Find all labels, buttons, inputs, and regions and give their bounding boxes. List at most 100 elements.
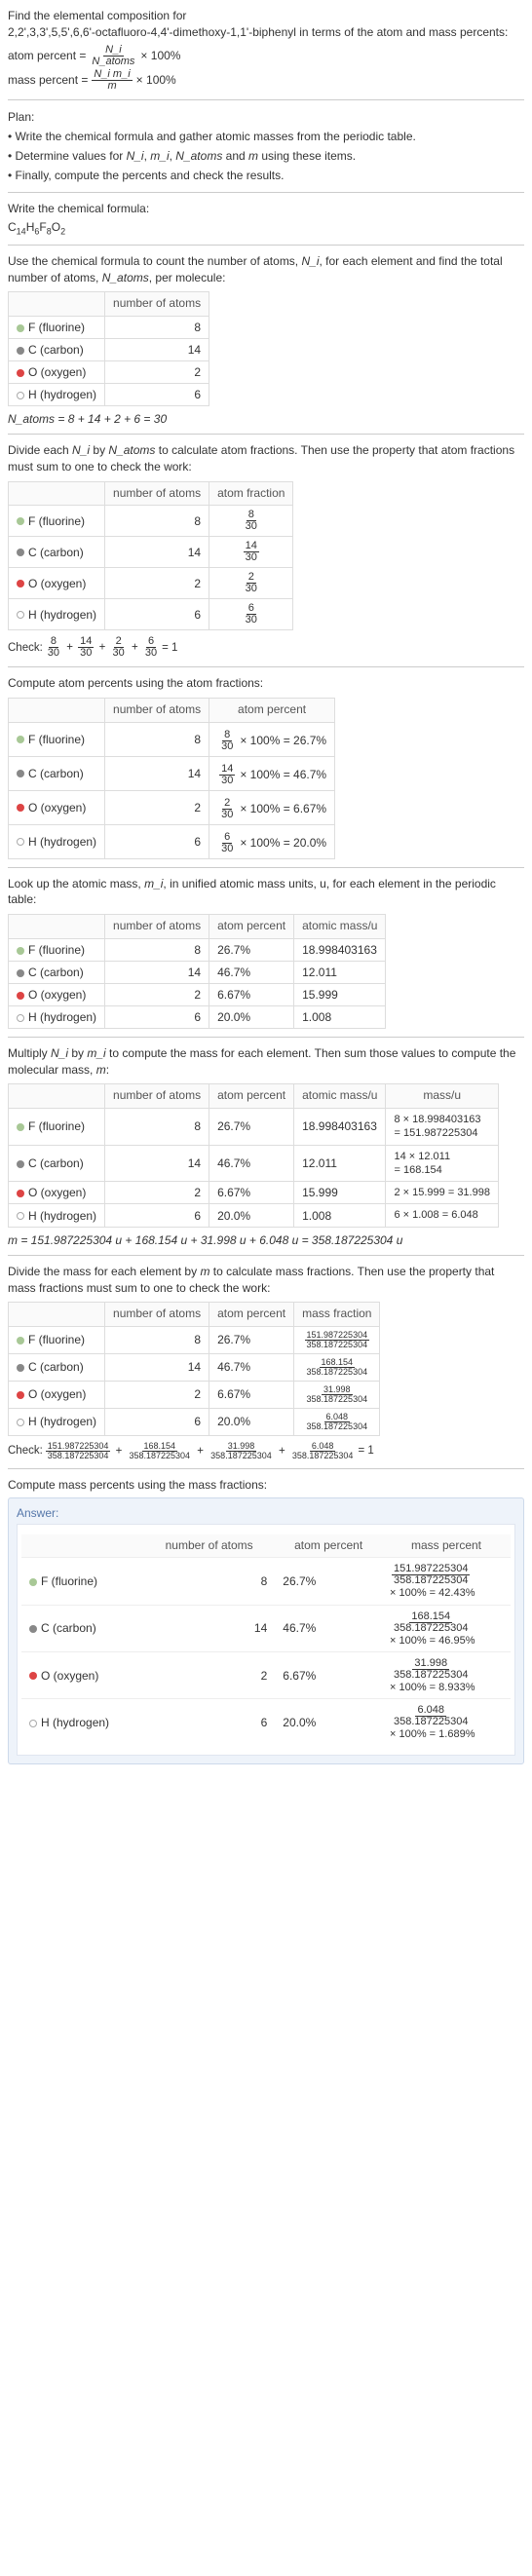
intro-line2: 2,2',3,3',5,5',6,6'-octafluoro-4,4'-dime… [8,25,508,39]
mass-calc-cell: 6 × 1.008 = 6.048 [386,1204,498,1227]
table-row: H (hydrogen) 6 [9,383,209,405]
mp-times: × 100% [136,73,176,87]
atom-percent-cell: 46.7% [275,1605,382,1651]
massfrac-section-text: Divide the mass for each element by m to… [8,1264,524,1297]
element-dot-icon [17,1212,24,1220]
mass-cell: 18.998403163 [294,938,386,961]
molmass-section-text: Multiply N_i by m_i to compute the mass … [8,1045,524,1079]
ct-na: N_atoms [102,271,149,284]
mass-percent-cell: 168.154358.187225304× 100% = 46.95% [382,1605,511,1651]
th-mm-mass: mass/u [386,1084,498,1109]
th-mf-pct: atom percent [209,1303,294,1327]
divider [8,867,524,868]
th-fn-apct: atom percent [275,1534,382,1558]
th-ap-pct: atom percent [209,698,335,722]
mf-m: m [200,1265,209,1278]
element-cell: H (hydrogen) [21,1699,143,1746]
element-dot-icon [29,1720,37,1727]
mass-percent-cell: 31.998358.187225304× 100% = 8.933% [382,1651,511,1698]
cf-c: C [8,220,17,234]
mass-cell: 15.999 [294,983,386,1005]
table-row: O (oxygen) 2 6.67% 31.998358.187225304 [9,1381,380,1408]
af-check-label: Check: [8,642,43,654]
element-cell: O (oxygen) [9,1182,105,1204]
massfrac-cell: 151.987225304358.187225304 [294,1326,380,1353]
element-dot-icon [29,1625,37,1633]
element-dot-icon [17,347,24,355]
element-cell: C (carbon) [9,1145,105,1182]
th-m-num: number of atoms [105,915,209,939]
count-cell: 6 [105,599,209,630]
plan-i2a: • Determine values for [8,149,127,163]
element-cell: O (oxygen) [9,1381,105,1408]
table-row: O (oxygen) 2 6.67% 15.999 [9,983,386,1005]
percent-cell: 20.0% [209,1005,294,1028]
amass-cell: 1.008 [294,1204,386,1227]
cf-on: 2 [60,227,65,237]
element-cell: O (oxygen) [9,983,105,1005]
atomfrac-check: Check: 830 + 1430 + 230 + 630 = 1 [8,636,524,659]
element-cell: H (hydrogen) [9,1005,105,1028]
mm-b: by [68,1046,87,1060]
th-fn-mpct: mass percent [382,1534,511,1558]
percent-cell: 630 × 100% = 20.0% [209,824,335,858]
element-cell: O (oxygen) [21,1651,143,1698]
plan-title: Plan: [8,108,524,126]
count-cell: 8 [105,1108,209,1145]
element-cell: H (hydrogen) [9,1204,105,1227]
atompct-section-text: Compute atom percents using the atom fra… [8,675,524,692]
plan-natoms: N_atoms [175,149,222,163]
table-row: H (hydrogen) 6 630 [9,599,293,630]
ap-label: atom percent = [8,49,86,62]
mass-percent-cell: 151.987225304358.187225304× 100% = 42.43… [382,1558,511,1605]
element-dot-icon [29,1672,37,1680]
amass-cell: 12.011 [294,1145,386,1182]
count-cell: 6 [143,1699,275,1746]
element-dot-icon [17,549,24,556]
count-cell: 14 [105,756,209,790]
massfrac-cell: 6.048358.187225304 [294,1408,380,1435]
th-mm-num: number of atoms [105,1084,209,1109]
table-row: F (fluorine) 8 830 [9,506,293,537]
atom-percent-cell: 20.0% [275,1699,382,1746]
intro-line1: Find the elemental composition for [8,9,186,22]
count-cell: 2 [143,1651,275,1698]
mm-total-eq: m = 151.987225304 u + 168.154 u + 31.998… [8,1233,402,1247]
fraction-cell: 830 [209,506,293,537]
element-dot-icon [17,324,24,332]
mm-mi: m_i [87,1046,105,1060]
mp-den: m [107,80,116,92]
cf-o: O [52,220,60,234]
atomfrac-section-text: Divide each N_i by N_atoms to calculate … [8,442,524,475]
table-row: C (carbon) 14 46.7% 168.154358.187225304… [21,1605,511,1651]
atom-percent-formula: atom percent = N_iN_atoms × 100% [8,45,524,67]
table-row: C (carbon) 14 1430 [9,537,293,568]
plan-i2c: using these items. [258,149,356,163]
mass-percent-cell: 6.048358.187225304× 100% = 1.689% [382,1699,511,1746]
divider [8,99,524,100]
ct-c: , per molecule: [149,271,226,284]
table-row: F (fluorine) 8 [9,316,209,338]
mp-label: mass percent = [8,73,88,87]
element-cell: O (oxygen) [9,360,105,383]
element-dot-icon [17,369,24,377]
percent-cell: 830 × 100% = 26.7% [209,722,335,756]
count-cell: 8 [105,1326,209,1353]
table-row: H (hydrogen) 6 20.0% 1.008 6 × 1.008 = 6… [9,1204,499,1227]
mass-calc-cell: 2 × 15.999 = 31.998 [386,1182,498,1204]
count-cell: 6 [105,824,209,858]
mf-a: Divide the mass for each element by [8,1265,200,1278]
table-row: H (hydrogen) 6 20.0% 6.048358.187225304 [9,1408,380,1435]
element-cell: C (carbon) [21,1605,143,1651]
element-dot-icon [17,1123,24,1131]
element-dot-icon [17,1364,24,1372]
mp-num: N_i m_i [94,68,130,80]
mass-fraction-table: number of atomsatom percentmass fraction… [8,1302,380,1436]
element-dot-icon [17,1160,24,1168]
af-b: by [90,443,108,457]
af-na: N_atoms [108,443,155,457]
chemical-formula: C14H6F8O2 [8,220,524,236]
table-row: C (carbon) 14 [9,338,209,360]
table-row: O (oxygen) 2 6.67% 15.999 2 × 15.999 = 3… [9,1182,499,1204]
mm-a: Multiply [8,1046,51,1060]
